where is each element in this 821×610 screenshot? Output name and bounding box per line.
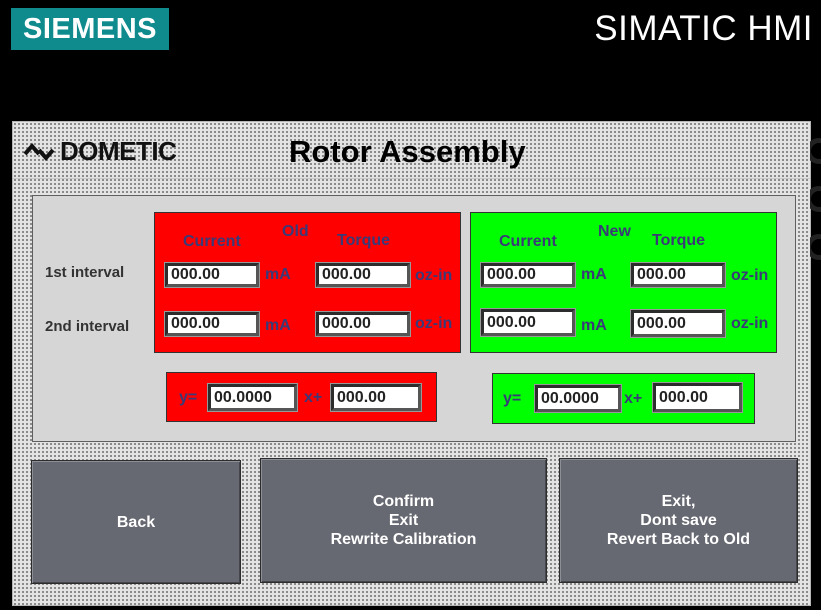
- new-2nd-torque-unit: oz-in: [731, 315, 769, 332]
- hmi-screen: DOMETIC Rotor Assembly 1st interval 2nd …: [12, 121, 821, 606]
- old-eq-x-label: x+: [304, 389, 323, 406]
- old-2nd-torque-field[interactable]: 000.00: [315, 311, 411, 337]
- old-1st-torque-field[interactable]: 000.00: [315, 262, 411, 288]
- old-2nd-torque-unit: oz-in: [415, 315, 453, 332]
- exit-button-line-1: Exit,: [661, 493, 696, 510]
- old-values-box: Current Old Torque 000.00 mA 000.00 oz-i…: [154, 212, 461, 353]
- new-current-header: Current: [499, 233, 557, 250]
- new-2nd-current-field[interactable]: 000.00: [480, 308, 576, 337]
- new-torque-header: Torque: [652, 232, 706, 249]
- old-header: Old: [282, 223, 309, 240]
- dometic-chevron-icon: [23, 142, 55, 161]
- dometic-wordmark: DOMETIC: [60, 136, 177, 166]
- old-current-header: Current: [183, 233, 241, 250]
- back-button-label: Back: [116, 513, 156, 531]
- dometic-logo: DOMETIC: [23, 136, 177, 167]
- old-eq-y-label: y=: [179, 389, 198, 406]
- new-1st-torque-field[interactable]: 000.00: [630, 262, 726, 288]
- old-1st-current-field[interactable]: 000.00: [164, 262, 260, 288]
- old-1st-current-unit: mA: [265, 266, 291, 283]
- new-eq-x-label: x+: [624, 390, 643, 407]
- old-torque-header: Torque: [337, 232, 391, 249]
- confirm-button[interactable]: Confirm Exit Rewrite Calibration: [260, 458, 547, 583]
- old-slope-field[interactable]: 00.0000: [207, 383, 298, 412]
- exit-button-line-3: Revert Back to Old: [606, 531, 751, 548]
- old-2nd-current-field[interactable]: 000.00: [164, 311, 260, 337]
- new-1st-torque-unit: oz-in: [731, 267, 769, 284]
- old-equation-box: y= 00.0000 x+ 000.00: [166, 372, 437, 422]
- row-label-2nd-interval: 2nd interval: [45, 318, 130, 335]
- new-equation-box: y= 00.0000 x+ 000.00: [492, 373, 755, 424]
- new-offset-field[interactable]: 000.00: [652, 382, 743, 413]
- exit-revert-button[interactable]: Exit, Dont save Revert Back to Old: [559, 458, 798, 583]
- confirm-button-line-2: Exit: [388, 512, 419, 529]
- new-eq-y-label: y=: [503, 390, 522, 407]
- screen-header: DOMETIC Rotor Assembly: [13, 122, 810, 179]
- new-1st-current-field[interactable]: 000.00: [480, 262, 576, 288]
- old-2nd-current-unit: mA: [265, 317, 291, 334]
- calibration-panel: 1st interval 2nd interval Current Old To…: [32, 195, 796, 442]
- new-2nd-current-unit: mA: [581, 317, 607, 334]
- new-values-box: Current New Torque 000.00 mA 000.00 oz-i…: [470, 212, 777, 353]
- new-slope-field[interactable]: 00.0000: [534, 384, 622, 413]
- page-title: Rotor Assembly: [289, 134, 526, 169]
- right-edge-decoration: [810, 138, 821, 328]
- new-header: New: [598, 223, 631, 240]
- confirm-button-line-1: Confirm: [372, 493, 435, 510]
- back-button[interactable]: Back: [31, 460, 241, 584]
- old-offset-field[interactable]: 000.00: [330, 383, 422, 412]
- new-2nd-torque-field[interactable]: 000.00: [630, 309, 726, 338]
- simatic-hmi-title: SIMATIC HMI: [594, 9, 813, 48]
- exit-button-line-2: Dont save: [640, 512, 717, 529]
- new-1st-current-unit: mA: [581, 266, 607, 283]
- old-1st-torque-unit: oz-in: [415, 267, 453, 284]
- confirm-button-line-3: Rewrite Calibration: [330, 531, 477, 548]
- siemens-logo: SIEMENS: [11, 8, 169, 50]
- row-label-1st-interval: 1st interval: [45, 264, 125, 281]
